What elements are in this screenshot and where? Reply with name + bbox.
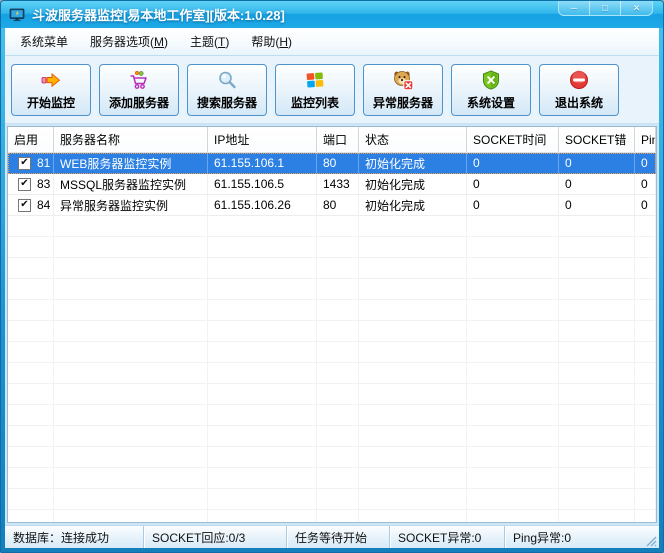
- status-bar: 数据库：连接成功 SOCKET回应:0/3 任务等待开始 SOCKET异常:0 …: [5, 525, 659, 548]
- empty-grid-row: [8, 510, 656, 522]
- table-header: 启用 服务器名称 IP地址 端口 状态 SOCKET时间 SOCKET错 Pin…: [8, 127, 656, 153]
- check-icon: ✔: [20, 158, 28, 168]
- row-id: 84: [37, 198, 50, 212]
- status-cell: 初始化完成: [359, 195, 467, 216]
- empty-grid-row: [8, 216, 656, 237]
- toolbar: 开始监控 添加服务器 搜索服务器 监控列表: [5, 56, 659, 124]
- column-header-socket-error[interactable]: SOCKET错: [559, 127, 635, 152]
- socket-error-cell: 0: [559, 174, 635, 195]
- menu-item-server-options[interactable]: 服务器选项(M): [79, 28, 179, 55]
- column-header-enabled[interactable]: 启用: [8, 127, 54, 152]
- ping-error-cell: 0: [635, 174, 656, 195]
- row-id: 81: [37, 156, 50, 170]
- socket-time-cell: 0: [467, 153, 559, 174]
- app-window: 斗波服务器监控[易本地工作室][版本:1.0.28] ─ □ ✕ 系统菜单 服务…: [0, 0, 664, 553]
- ip-cell: 61.155.106.1: [208, 153, 317, 174]
- status-database: 数据库：连接成功: [5, 526, 143, 548]
- empty-grid-row: [8, 237, 656, 258]
- enabled-checkbox[interactable]: ✔: [18, 178, 31, 191]
- search-server-button[interactable]: 搜索服务器: [187, 64, 267, 116]
- socket-time-cell: 0: [467, 174, 559, 195]
- server-name-cell: MSSQL服务器监控实例: [54, 174, 208, 195]
- ip-cell: 61.155.106.26: [208, 195, 317, 216]
- enable-cell: ✔ 84: [8, 195, 54, 216]
- start-arrow-icon: [40, 69, 62, 91]
- empty-grid-row: [8, 384, 656, 405]
- abnormal-server-button[interactable]: 异常服务器: [363, 64, 443, 116]
- column-header-socket-time[interactable]: SOCKET时间: [467, 127, 559, 152]
- empty-grid-row: [8, 468, 656, 489]
- empty-grid-row: [8, 300, 656, 321]
- exit-system-button[interactable]: 退出系统: [539, 64, 619, 116]
- column-header-port[interactable]: 端口: [317, 127, 359, 152]
- table-row[interactable]: ✔ 83 MSSQL服务器监控实例 61.155.106.5 1433 初始化完…: [8, 174, 656, 195]
- system-settings-button[interactable]: 系统设置: [451, 64, 531, 116]
- column-header-ping-error[interactable]: Ping异常: [635, 127, 656, 152]
- window-body: 系统菜单 服务器选项(M) 主题(T) 帮助(H) 开始监控 添加服务器: [5, 28, 659, 548]
- shield-icon: [480, 69, 502, 91]
- monitor-list-button[interactable]: 监控列表: [275, 64, 355, 116]
- port-cell: 80: [317, 153, 359, 174]
- empty-grid-row: [8, 447, 656, 468]
- empty-grid-row: [8, 426, 656, 447]
- status-socket-response: SOCKET回应:0/3: [143, 526, 286, 548]
- status-task: 任务等待开始: [286, 526, 389, 548]
- content-area: 启用 服务器名称 IP地址 端口 状态 SOCKET时间 SOCKET错 Pin…: [5, 124, 659, 525]
- socket-error-cell: 0: [559, 153, 635, 174]
- column-header-status[interactable]: 状态: [359, 127, 467, 152]
- enabled-checkbox[interactable]: ✔: [18, 157, 31, 170]
- no-entry-icon: [568, 69, 590, 91]
- ip-cell: 61.155.106.5: [208, 174, 317, 195]
- dog-error-icon: [392, 69, 414, 91]
- enabled-checkbox[interactable]: ✔: [18, 199, 31, 212]
- empty-grid-row: [8, 279, 656, 300]
- add-server-cart-icon: [128, 69, 150, 91]
- empty-grid-row: [8, 321, 656, 342]
- row-id: 83: [37, 177, 50, 191]
- socket-time-cell: 0: [467, 195, 559, 216]
- title-bar: 斗波服务器监控[易本地工作室][版本:1.0.28] ─ □ ✕: [1, 1, 663, 28]
- windows-logo-icon: [304, 69, 326, 91]
- server-name-cell: 异常服务器监控实例: [54, 195, 208, 216]
- menu-bar: 系统菜单 服务器选项(M) 主题(T) 帮助(H): [5, 28, 659, 56]
- column-header-server-name[interactable]: 服务器名称: [54, 127, 208, 152]
- empty-grid-row: [8, 363, 656, 384]
- port-cell: 1433: [317, 174, 359, 195]
- enable-cell: ✔ 81: [8, 153, 54, 174]
- maximize-button[interactable]: □: [590, 1, 621, 15]
- table-row[interactable]: ✔ 84 异常服务器监控实例 61.155.106.26 80 初始化完成 0 …: [8, 195, 656, 216]
- empty-grid-row: [8, 258, 656, 279]
- empty-grid: [8, 216, 656, 522]
- search-icon: [216, 69, 238, 91]
- window-title: 斗波服务器监控[易本地工作室][版本:1.0.28]: [32, 5, 285, 24]
- port-cell: 80: [317, 195, 359, 216]
- empty-grid-row: [8, 342, 656, 363]
- check-icon: ✔: [20, 179, 28, 189]
- empty-grid-row: [8, 489, 656, 510]
- menu-item-help[interactable]: 帮助(H): [240, 28, 303, 55]
- resize-grip-icon[interactable]: [646, 536, 657, 547]
- status-cell: 初始化完成: [359, 153, 467, 174]
- status-ping-error: Ping异常:0: [504, 526, 659, 548]
- app-monitor-icon: [9, 7, 25, 23]
- close-button[interactable]: ✕: [621, 1, 652, 15]
- column-header-ip[interactable]: IP地址: [208, 127, 317, 152]
- menu-item-theme[interactable]: 主题(T): [179, 28, 240, 55]
- status-socket-error: SOCKET异常:0: [389, 526, 504, 548]
- socket-error-cell: 0: [559, 195, 635, 216]
- minimize-button[interactable]: ─: [559, 1, 590, 15]
- window-controls: ─ □ ✕: [558, 1, 653, 16]
- table-row[interactable]: ✔ 81 WEB服务器监控实例 61.155.106.1 80 初始化完成 0 …: [8, 153, 656, 174]
- server-list: 启用 服务器名称 IP地址 端口 状态 SOCKET时间 SOCKET错 Pin…: [7, 126, 657, 523]
- enable-cell: ✔ 83: [8, 174, 54, 195]
- ping-error-cell: 0: [635, 153, 656, 174]
- check-icon: ✔: [20, 200, 28, 210]
- empty-grid-row: [8, 405, 656, 426]
- server-name-cell: WEB服务器监控实例: [54, 153, 208, 174]
- start-monitor-button[interactable]: 开始监控: [11, 64, 91, 116]
- status-cell: 初始化完成: [359, 174, 467, 195]
- add-server-button[interactable]: 添加服务器: [99, 64, 179, 116]
- ping-error-cell: 0: [635, 195, 656, 216]
- menu-item-system[interactable]: 系统菜单: [9, 28, 79, 55]
